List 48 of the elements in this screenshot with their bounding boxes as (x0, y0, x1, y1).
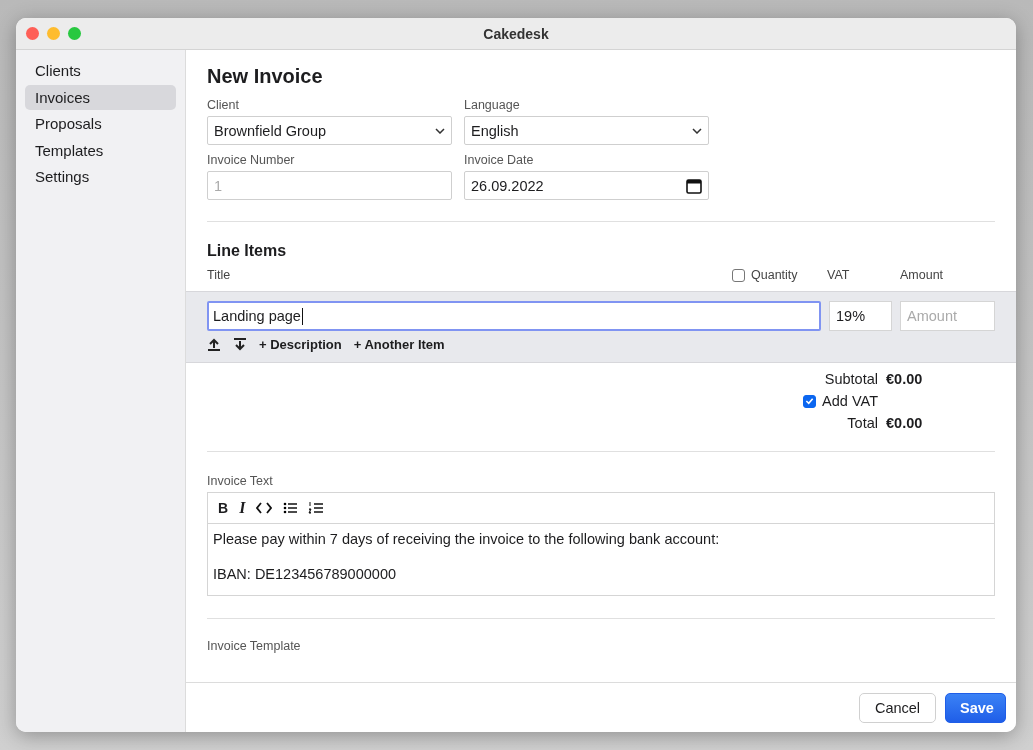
subtotal-label: Subtotal (823, 371, 878, 387)
save-button[interactable]: Save (945, 692, 1006, 723)
sidebar-item[interactable]: Invoices (25, 84, 176, 110)
field-label: Invoice Text (207, 474, 274, 488)
calendar-icon (686, 177, 702, 194)
total-value: €0.00 (886, 415, 924, 431)
checkbox-label: Quantity (751, 268, 798, 282)
select-field[interactable]: English (464, 116, 709, 145)
bullet-list-icon[interactable] (283, 501, 298, 515)
column-header: Amount (900, 268, 944, 282)
chevron-down-icon (435, 127, 445, 134)
sidebar-item[interactable]: Settings (25, 164, 176, 189)
move-up-icon[interactable] (207, 338, 221, 351)
sidebar-item[interactable]: Proposals (25, 111, 176, 136)
field-label: Language (464, 98, 521, 112)
bold-button[interactable]: B (218, 500, 229, 516)
move-down-icon[interactable] (233, 338, 247, 351)
editor-paragraph: Please pay within 7 days of receiving the invoice to the following bank account: (213, 531, 721, 548)
window-title: Cakedesk (483, 25, 549, 42)
editor-paragraph: IBAN: DE123456789000000 (213, 566, 397, 583)
subtotal-value: €0.00 (886, 371, 924, 387)
input-field[interactable]: Landing page (207, 301, 821, 331)
sidebar-item[interactable]: Clients (25, 58, 176, 83)
field-label: Invoice Number (207, 153, 296, 167)
cancel-button[interactable]: Cancel (859, 692, 936, 723)
numbered-list-icon[interactable] (308, 501, 324, 515)
field-label: Invoice Template (207, 639, 302, 653)
column-header: VAT (827, 268, 850, 282)
section-title: Line Items (207, 241, 288, 261)
text-editor[interactable]: B I Please pay within 7 days of receiving the invoice to the following bank account: IBAN: DE123456789000000 (207, 492, 995, 596)
date-field[interactable]: 26.09.2022 (464, 171, 709, 200)
page-title: New Invoice (207, 64, 324, 89)
italic-button[interactable]: I (239, 499, 246, 517)
checkbox-label: Add VAT (822, 393, 878, 409)
column-header: Title (207, 268, 231, 282)
chevron-down-icon (692, 127, 702, 134)
close-button[interactable] (26, 27, 39, 40)
checkbox[interactable] (732, 268, 745, 282)
field-label: Client (207, 98, 240, 112)
total-label: Total (846, 415, 878, 431)
field-label: Invoice Date (464, 153, 535, 167)
select-field[interactable]: Brownfield Group (207, 116, 452, 145)
input-field[interactable]: 19% (829, 301, 892, 331)
add-link[interactable]: + Description (259, 337, 342, 352)
sidebar-item[interactable]: Templates (25, 137, 176, 163)
code-icon[interactable] (256, 501, 273, 515)
add-link[interactable]: + Another Item (353, 337, 445, 352)
checkbox[interactable] (803, 394, 817, 408)
